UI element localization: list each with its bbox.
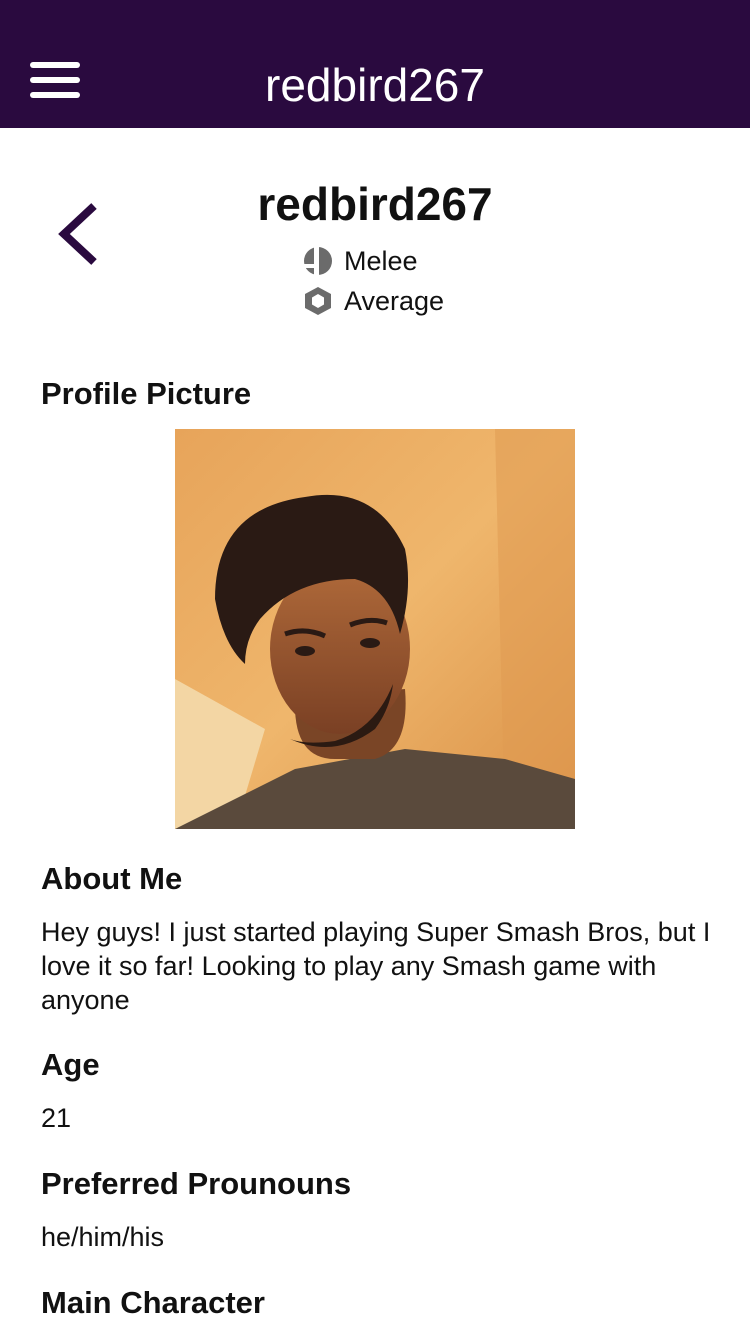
hexagon-icon [305,287,331,315]
about-me-heading: About Me [41,861,183,896]
pronouns-value: he/him/his [41,1222,165,1252]
profile-picture-heading: Profile Picture [41,376,252,411]
game-label: Melee [344,245,418,276]
about-me-text: Hey guys! I just started playing Super S… [41,917,711,1015]
smash-ball-icon [302,245,332,277]
app-bar-title: redbird267 [265,59,485,111]
skill-row: Average [302,283,444,319]
top-app-bar: redbird267 [0,0,750,128]
profile-photo [175,429,575,829]
skill-label: Average [344,285,445,316]
pronouns-heading: Preferred Prounouns [41,1166,352,1201]
game-row: Melee [302,243,418,279]
profile-username: redbird267 [257,178,493,230]
main-character-heading: Main Character [41,1285,265,1320]
age-value: 21 [41,1103,72,1133]
age-heading: Age [41,1047,100,1082]
